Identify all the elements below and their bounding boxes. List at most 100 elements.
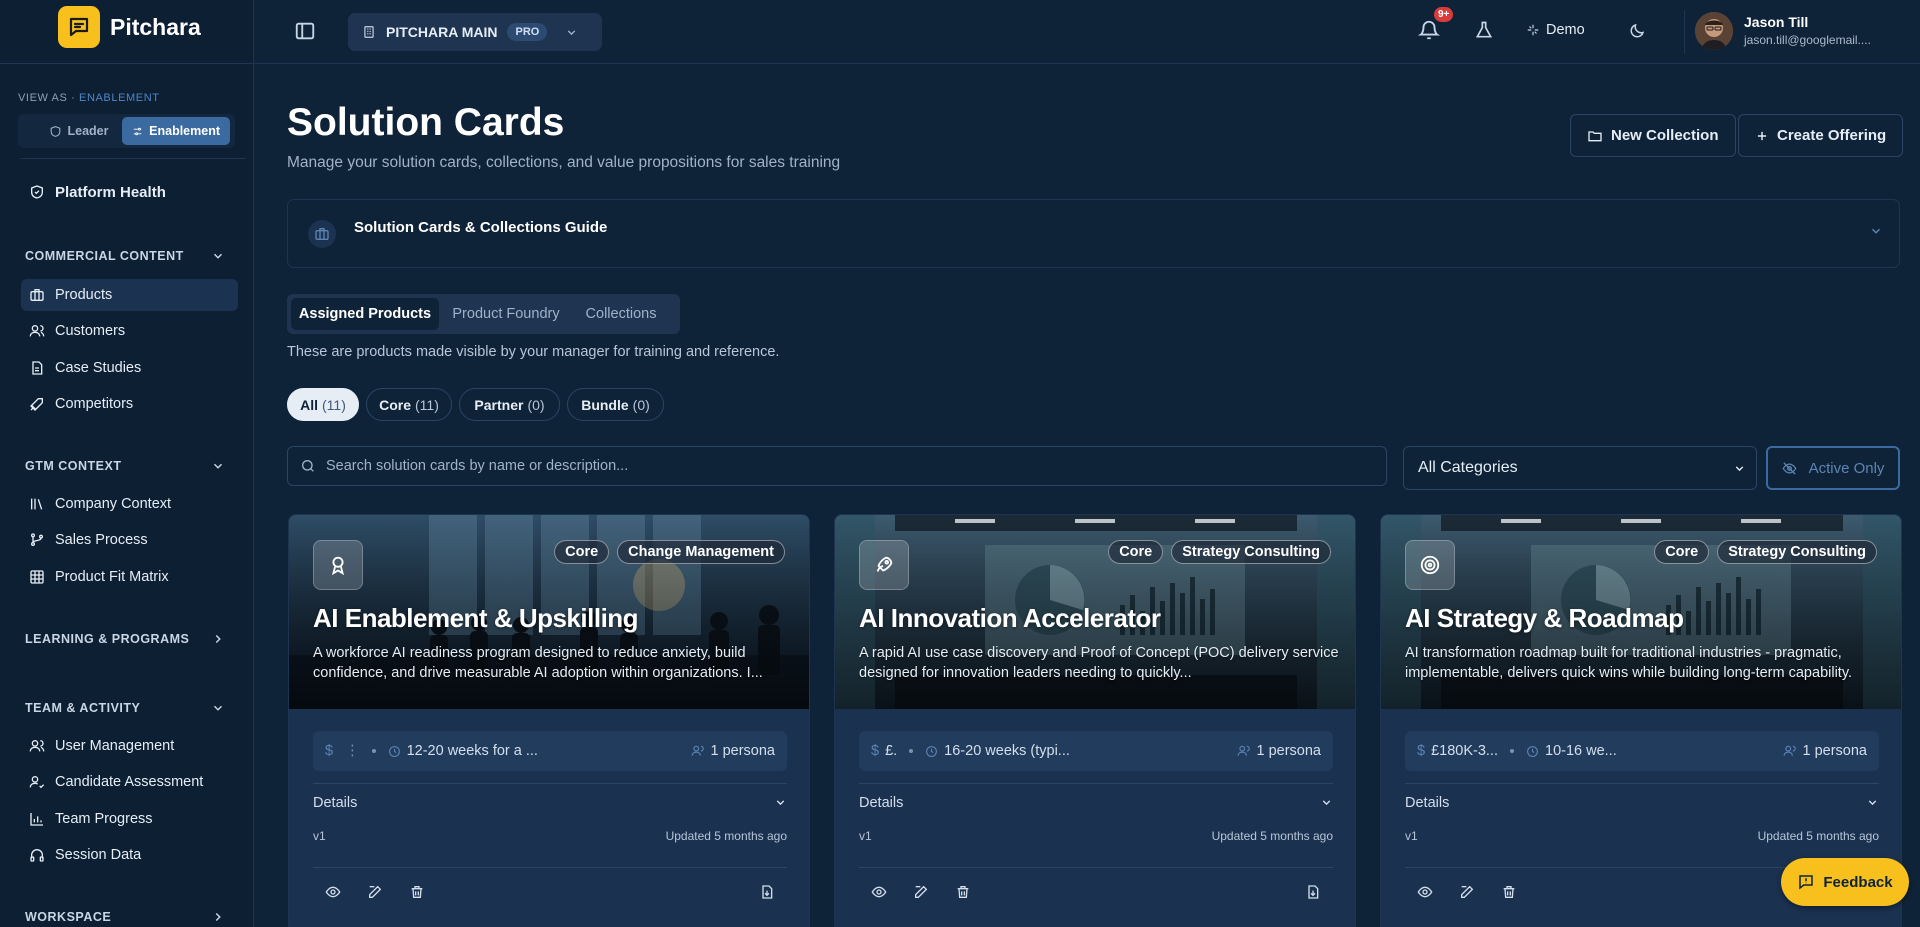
card-actions <box>313 867 787 917</box>
details-label: Details <box>859 794 904 811</box>
sidebar-item-label: Candidate Assessment <box>55 774 204 790</box>
moon-icon[interactable] <box>1628 22 1646 40</box>
card-metrics: $ ⋮ 12-20 weeks for a ... 1 persona <box>313 731 787 771</box>
sidebar-item-candidate-assessment[interactable]: Candidate Assessment <box>21 766 238 798</box>
new-collection-button[interactable]: New Collection <box>1570 114 1736 157</box>
duration-value: 10-16 we... <box>1545 743 1617 759</box>
sidebar-item-product-fit-matrix[interactable]: Product Fit Matrix <box>21 561 238 593</box>
eye-icon[interactable] <box>325 884 341 900</box>
users-icon <box>29 325 45 337</box>
filter-core[interactable]: Core (11) <box>366 388 452 421</box>
role-enablement-button[interactable]: Enablement <box>122 117 230 145</box>
grid-icon <box>30 570 44 584</box>
edit-icon[interactable] <box>1459 884 1475 900</box>
sidebar-item-session-data[interactable]: Session Data <box>21 839 238 871</box>
section-team-activity[interactable]: TEAM & ACTIVITY <box>25 701 225 715</box>
version-label: v1 <box>1405 829 1418 843</box>
details-toggle[interactable]: Details <box>313 783 787 821</box>
section-commercial-content[interactable]: COMMERCIAL CONTENT <box>25 249 225 263</box>
award-icon <box>313 540 363 590</box>
users-icon <box>1783 745 1796 756</box>
role-leader-button[interactable]: Leader <box>22 117 135 145</box>
filter-count: (0) <box>527 396 545 413</box>
tab-collections[interactable]: Collections <box>571 298 671 330</box>
category-select-value: All Categories <box>1418 459 1518 476</box>
page-title: Solution Cards <box>287 101 565 144</box>
solution-card[interactable]: Core Change Management AI Enablement & U… <box>288 514 810 927</box>
card-title: AI Enablement & Upskilling <box>313 603 639 633</box>
sidebar-item-case-studies[interactable]: Case Studies <box>21 352 238 384</box>
users-icon <box>29 740 45 752</box>
guide-accordion[interactable]: Solution Cards & Collections Guide <box>287 199 1900 268</box>
filter-bundle[interactable]: Bundle (0) <box>567 388 664 421</box>
version-row: v1 Updated 5 months ago <box>313 829 787 843</box>
briefcase-icon <box>308 220 336 248</box>
chat-logo-icon <box>58 6 100 48</box>
tab-product-foundry[interactable]: Product Foundry <box>443 298 569 330</box>
eye-icon[interactable] <box>871 884 887 900</box>
demo-button[interactable]: Demo <box>1526 22 1585 38</box>
file-export-icon[interactable] <box>1305 884 1321 900</box>
sidebar-item-team-progress[interactable]: Team Progress <box>21 803 238 835</box>
sidebar-item-sales-process[interactable]: Sales Process <box>21 524 238 556</box>
edit-icon[interactable] <box>913 884 929 900</box>
details-toggle[interactable]: Details <box>859 783 1333 821</box>
sidebar-item-customers[interactable]: Customers <box>21 315 238 347</box>
price-metric: $ £180K-3... <box>1417 743 1498 759</box>
section-workspace[interactable]: WORKSPACE <box>25 910 225 924</box>
eye-icon[interactable] <box>1417 884 1433 900</box>
version-row: v1 Updated 5 months ago <box>859 829 1333 843</box>
sidebar-item-competitors[interactable]: Competitors <box>21 388 238 420</box>
trash-icon[interactable] <box>1501 884 1517 900</box>
solution-card[interactable]: Core Strategy Consulting AI Innovation A… <box>834 514 1356 927</box>
headphones-icon <box>30 849 44 862</box>
feedback-button[interactable]: Feedback <box>1781 858 1909 906</box>
brand[interactable]: Pitchara <box>0 0 253 64</box>
clock-icon <box>388 745 400 757</box>
sidebar-toggle-icon[interactable] <box>294 20 316 42</box>
sidebar-item-products[interactable]: Products <box>21 279 238 311</box>
filter-all[interactable]: All (11) <box>287 388 359 421</box>
chevron-down-icon <box>1735 465 1744 471</box>
create-offering-button[interactable]: Create Offering <box>1738 114 1904 157</box>
sidebar-item-user-management[interactable]: User Management <box>21 730 238 762</box>
eye-off-icon <box>1782 461 1797 475</box>
search-input[interactable] <box>326 458 1366 474</box>
section-learning-programs[interactable]: LEARNING & PROGRAMS <box>25 632 225 646</box>
flask-icon[interactable] <box>1474 20 1494 40</box>
trash-icon[interactable] <box>409 884 425 900</box>
tab-assigned-products[interactable]: Assigned Products <box>291 298 439 330</box>
details-label: Details <box>1405 794 1450 811</box>
workspace-switcher[interactable]: PITCHARA MAIN PRO <box>348 13 602 51</box>
category-select[interactable]: All Categories <box>1403 446 1757 490</box>
filter-count: (0) <box>632 396 650 413</box>
clock-icon <box>926 745 938 757</box>
sidebar-item-platform-health[interactable]: Platform Health <box>21 176 238 208</box>
bell-icon[interactable] <box>1418 19 1440 41</box>
persona-count: 1 persona <box>710 743 776 759</box>
role-enablement-label: Enablement <box>149 124 220 138</box>
filter-count: (11) <box>415 396 439 413</box>
sidebar-divider <box>20 158 246 159</box>
rocket-icon <box>859 540 909 590</box>
section-gtm-context[interactable]: GTM CONTEXT <box>25 459 225 473</box>
tag-badge: Strategy Consulting <box>1717 540 1877 564</box>
active-only-toggle[interactable]: Active Only <box>1766 446 1900 490</box>
file-export-icon[interactable] <box>759 884 775 900</box>
chevron-right-icon <box>215 912 221 922</box>
filter-partner[interactable]: Partner (0) <box>459 388 560 421</box>
price-value: £180K-3... <box>1431 743 1498 759</box>
sidebar-item-label: Sales Process <box>55 532 148 548</box>
sidebar-item-company-context[interactable]: Company Context <box>21 488 238 520</box>
trash-icon[interactable] <box>955 884 971 900</box>
avatar[interactable] <box>1695 12 1733 50</box>
version-label: v1 <box>859 829 872 843</box>
active-only-label: Active Only <box>1808 459 1885 477</box>
details-toggle[interactable]: Details <box>1405 783 1879 821</box>
clock-icon <box>1527 745 1538 757</box>
chevron-down-icon <box>1869 224 1883 238</box>
view-as-label: VIEW AS · ENABLEMENT <box>18 92 160 104</box>
edit-icon[interactable] <box>367 884 383 900</box>
git-branch-icon <box>31 533 43 546</box>
bar-chart-icon <box>30 813 43 826</box>
